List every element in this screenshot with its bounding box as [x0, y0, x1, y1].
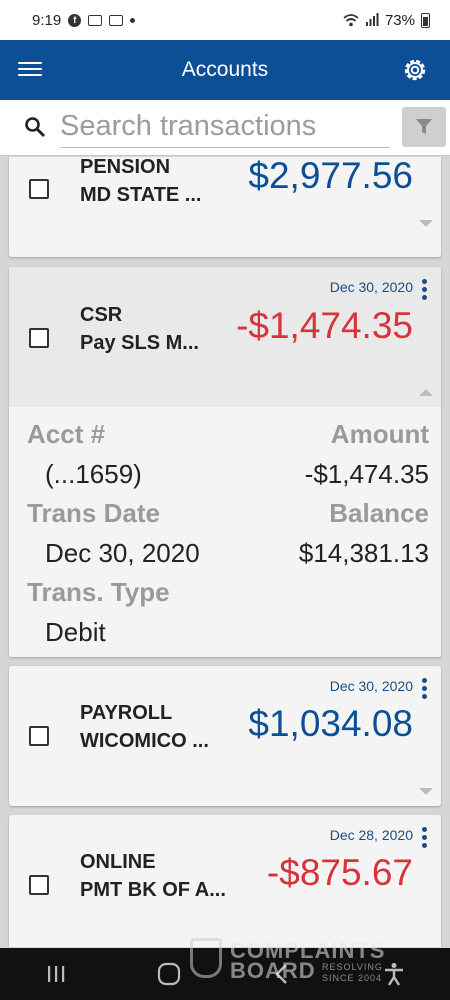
app-bar: Accounts: [0, 40, 450, 100]
transaction-description: CSR Pay SLS M...: [80, 301, 199, 357]
page-title: Accounts: [181, 58, 269, 81]
gear-icon: [404, 59, 426, 81]
battery-percent: 73%: [384, 11, 415, 29]
transaction-details: Acct # Amount (...1659) -$1,474.35 Trans…: [9, 407, 441, 657]
kebab-dot: [421, 295, 427, 300]
transaction-memo: Pay SLS M...: [80, 332, 199, 354]
kebab-dot: [421, 694, 427, 699]
transaction-amount: -$1,474.35: [236, 305, 413, 346]
trans-type-value: Debit: [45, 617, 106, 647]
kebab-dot: [421, 827, 427, 832]
menu-button[interactable]: [18, 58, 42, 82]
recent-apps-icon: [48, 966, 65, 982]
transaction-memo: WICOMICO ...: [80, 730, 209, 752]
transaction-date: Dec 28, 2020: [329, 827, 413, 843]
more-notifications-icon: [130, 17, 136, 23]
transaction-payee: CSR: [80, 304, 123, 326]
transaction-amount: $1,034.08: [248, 703, 413, 744]
transaction-checkbox[interactable]: [29, 875, 49, 895]
transaction-description: PENSION MD STATE ...: [80, 157, 201, 209]
status-bar: 9:19 f 73%: [0, 0, 450, 40]
acct-value: (...1659): [45, 459, 142, 489]
transaction-checkbox[interactable]: [29, 726, 49, 746]
settings-button[interactable]: [400, 55, 430, 85]
more-options-button[interactable]: [419, 678, 429, 706]
hamburger-line: [18, 67, 42, 70]
kebab-dot: [421, 678, 427, 683]
hamburger-line: [18, 73, 42, 76]
wifi-icon: [343, 14, 359, 27]
transaction-memo: PMT BK OF A...: [80, 879, 226, 901]
search-input[interactable]: [60, 106, 390, 148]
balance-label: Balance: [329, 498, 429, 528]
more-options-button[interactable]: [419, 279, 429, 307]
status-right: 73%: [343, 12, 430, 29]
filter-button[interactable]: [402, 107, 446, 147]
search-icon: [25, 117, 46, 138]
transaction-checkbox[interactable]: [29, 179, 49, 199]
notification-app-icon: [109, 14, 124, 26]
transaction-card[interactable]: Dec 28, 2020 ONLINE PMT BK OF A... -$875…: [9, 815, 441, 947]
home-button[interactable]: [139, 954, 199, 994]
system-nav-bar: [0, 948, 450, 1000]
screen-icon: [88, 14, 103, 26]
battery-icon: [421, 12, 430, 28]
transaction-date: Dec 30, 2020: [329, 678, 413, 694]
transaction-amount: -$875.67: [266, 852, 413, 893]
kebab-dot: [421, 686, 427, 691]
transaction-description: ONLINE PMT BK OF A...: [80, 848, 226, 904]
transaction-list: PENSION MD STATE ... $2,977.56 Dec 30, 2…: [0, 157, 450, 947]
transaction-checkbox[interactable]: [29, 328, 49, 348]
facebook-icon: f: [68, 13, 82, 27]
transaction-amount: $2,977.56: [248, 157, 413, 196]
collapse-caret[interactable]: [419, 389, 433, 396]
hamburger-line: [18, 61, 42, 64]
expand-caret[interactable]: [419, 220, 433, 227]
recent-apps-button[interactable]: [26, 954, 86, 994]
trans-date-label: Trans Date: [27, 498, 160, 528]
back-button[interactable]: [251, 954, 311, 994]
accessibility-icon: [384, 963, 403, 986]
back-icon: [275, 964, 288, 984]
trans-type-label: Trans. Type: [27, 577, 170, 607]
kebab-dot: [421, 835, 427, 840]
kebab-dot: [421, 287, 427, 292]
transaction-memo: MD STATE ...: [80, 184, 202, 206]
signal-icon: [365, 13, 379, 26]
transaction-payee: ONLINE: [80, 851, 156, 873]
kebab-dot: [421, 843, 427, 848]
filter-icon: [416, 119, 432, 134]
transaction-card[interactable]: Dec 30, 2020 PAYROLL WICOMICO ... $1,034…: [9, 666, 441, 806]
home-icon: [157, 962, 180, 986]
transaction-payee: PENSION: [80, 157, 171, 178]
transaction-card[interactable]: PENSION MD STATE ... $2,977.56: [9, 157, 441, 257]
accessibility-button[interactable]: [364, 954, 424, 994]
trans-date-value: Dec 30, 2020: [45, 538, 200, 568]
acct-label: Acct #: [27, 419, 106, 449]
more-options-button[interactable]: [419, 827, 429, 855]
search-bar: [0, 100, 450, 156]
transaction-payee: PAYROLL: [80, 702, 173, 724]
balance-value: $14,381.13: [298, 538, 429, 568]
transaction-description: PAYROLL WICOMICO ...: [80, 699, 209, 755]
expand-caret[interactable]: [419, 788, 433, 795]
status-time: 9:19: [32, 11, 62, 29]
transaction-date: Dec 30, 2020: [329, 279, 413, 295]
kebab-dot: [421, 279, 427, 284]
status-left: 9:19 f: [32, 11, 136, 29]
transaction-card-expanded[interactable]: Dec 30, 2020 CSR Pay SLS M... -$1,474.35…: [9, 267, 441, 657]
amount-value: -$1,474.35: [304, 459, 429, 489]
amount-label: Amount: [330, 419, 429, 449]
